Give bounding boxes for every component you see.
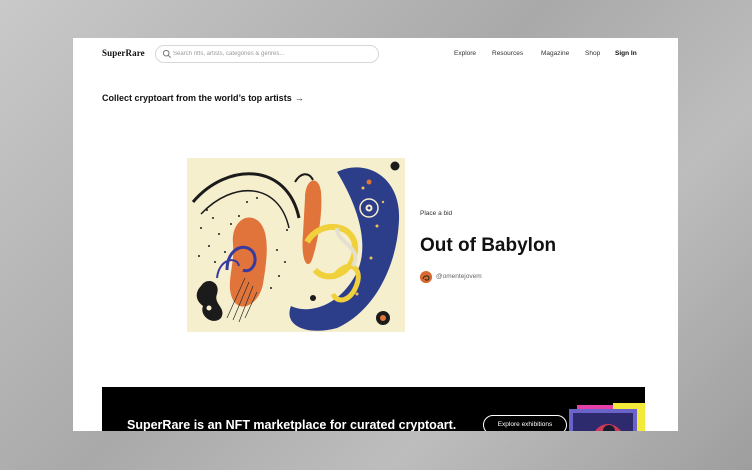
artwork-image — [187, 158, 405, 332]
logo[interactable]: SuperRare — [102, 48, 145, 58]
promo-banner: SuperRare is an NFT marketplace for cura… — [102, 387, 645, 431]
place-a-bid-label: Place a bid — [420, 210, 453, 217]
hero-tagline: Collect cryptoart from the world’s top a… — [102, 93, 292, 103]
search-bar[interactable] — [155, 45, 379, 63]
nav-explore[interactable]: Explore — [454, 50, 476, 57]
artwork-title[interactable]: Out of Babylon — [420, 235, 556, 257]
explore-exhibitions-button[interactable]: Explore exhibitions — [483, 415, 567, 431]
artist-username: @omentejovem — [436, 273, 482, 280]
featured-artwork[interactable] — [187, 158, 405, 332]
nav-magazine[interactable]: Magazine — [541, 50, 569, 57]
banner-text: SuperRare is an NFT marketplace for cura… — [127, 418, 457, 431]
arrow-right-icon: → — [294, 93, 304, 103]
search-input[interactable] — [173, 47, 373, 61]
banner-artwork — [569, 403, 645, 431]
search-icon — [162, 49, 171, 58]
avatar-image — [420, 272, 432, 283]
hero-tagline-link[interactable]: Collect cryptoart from the world’s top a… — [102, 93, 304, 103]
superrare-page: SuperRare Explore Resources Magazine Sho… — [73, 38, 678, 431]
nav-shop[interactable]: Shop — [585, 50, 600, 57]
avatar — [420, 271, 432, 283]
top-navigation: SuperRare Explore Resources Magazine Sho… — [73, 38, 678, 72]
nav-resources[interactable]: Resources — [492, 50, 523, 57]
sign-in-link[interactable]: Sign In — [615, 50, 637, 57]
